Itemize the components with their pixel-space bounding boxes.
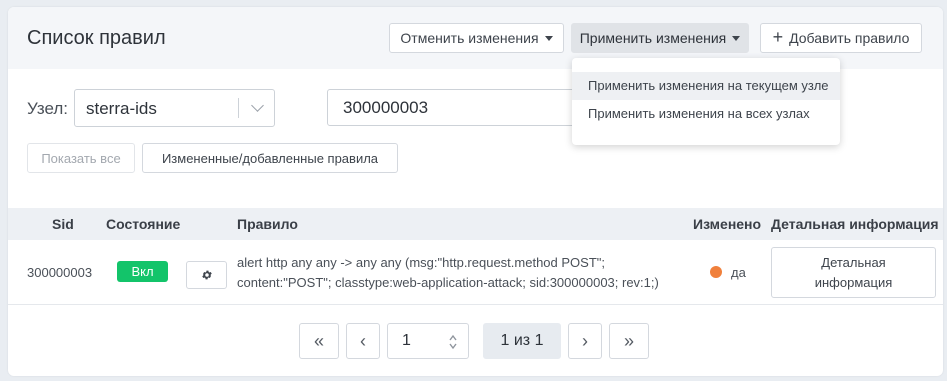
prev-page-button[interactable]: ‹	[346, 323, 380, 359]
spinner-arrows-icon[interactable]	[448, 333, 458, 351]
page-title: Список правил	[27, 27, 166, 49]
show-all-button[interactable]: Показать все	[27, 143, 135, 173]
table-row: 300000003 Вкл alert http any any -> any …	[8, 240, 943, 305]
select-separator	[238, 98, 239, 118]
status-badge[interactable]: Вкл	[117, 261, 168, 282]
page-number-value: 1	[402, 332, 411, 349]
chevron-left-icon: ‹	[360, 330, 366, 351]
add-rule-label: Добавить правило	[789, 30, 910, 46]
first-page-button[interactable]: «	[299, 323, 339, 359]
add-rule-button[interactable]: + Добавить правило	[760, 23, 922, 53]
double-chevron-left-icon: «	[313, 330, 324, 351]
menu-item-apply-all-nodes[interactable]: Применить изменения на всех узлах	[572, 100, 840, 128]
chevron-right-icon: ›	[582, 330, 588, 351]
caret-down-icon	[544, 35, 553, 41]
double-chevron-right-icon: »	[623, 330, 634, 351]
changed-value: да	[731, 265, 746, 280]
rule-search-input[interactable]	[327, 89, 587, 126]
gear-icon	[201, 270, 212, 280]
apply-changes-menu: Применить изменения на текущем узле Прим…	[572, 58, 840, 145]
menu-item-apply-current-node[interactable]: Применить изменения на текущем узле	[572, 72, 840, 100]
column-changed[interactable]: Изменено	[693, 216, 761, 232]
node-label: Узел:	[27, 99, 68, 118]
page-info: 1 из 1	[483, 323, 561, 359]
column-details: Детальная информация	[771, 216, 939, 232]
page-number-input[interactable]: 1	[387, 323, 469, 359]
table-header: Sid Состояние Правило Изменено Детальная…	[8, 208, 943, 240]
column-sid[interactable]: Sid	[52, 216, 74, 232]
cell-sid: 300000003	[27, 265, 93, 280]
apply-changes-button[interactable]: Применить изменения	[571, 23, 749, 53]
column-rule[interactable]: Правило	[237, 216, 298, 232]
rules-card: Список правил Отменить изменения Примени…	[8, 7, 943, 376]
chevron-down-icon[interactable]	[251, 99, 264, 112]
revert-changes-button[interactable]: Отменить изменения	[389, 23, 564, 53]
details-button[interactable]: Детальная информация	[771, 247, 936, 298]
apply-changes-label: Применить изменения	[579, 30, 727, 46]
rule-text: alert http any any -> any any (msg:"http…	[237, 255, 659, 290]
modified-rules-button[interactable]: Измененные/добавленные правила	[142, 143, 398, 173]
plus-icon: +	[772, 27, 784, 47]
last-page-button[interactable]: »	[609, 323, 649, 359]
revert-changes-label: Отменить изменения	[400, 30, 539, 46]
caret-down-icon	[732, 35, 741, 41]
next-page-button[interactable]: ›	[568, 323, 602, 359]
rule-settings-button[interactable]	[186, 261, 227, 289]
node-select-value: sterra-ids	[86, 99, 157, 118]
column-state[interactable]: Состояние	[106, 216, 180, 232]
changed-dot-icon	[710, 266, 722, 278]
node-select[interactable]: sterra-ids	[74, 89, 275, 127]
